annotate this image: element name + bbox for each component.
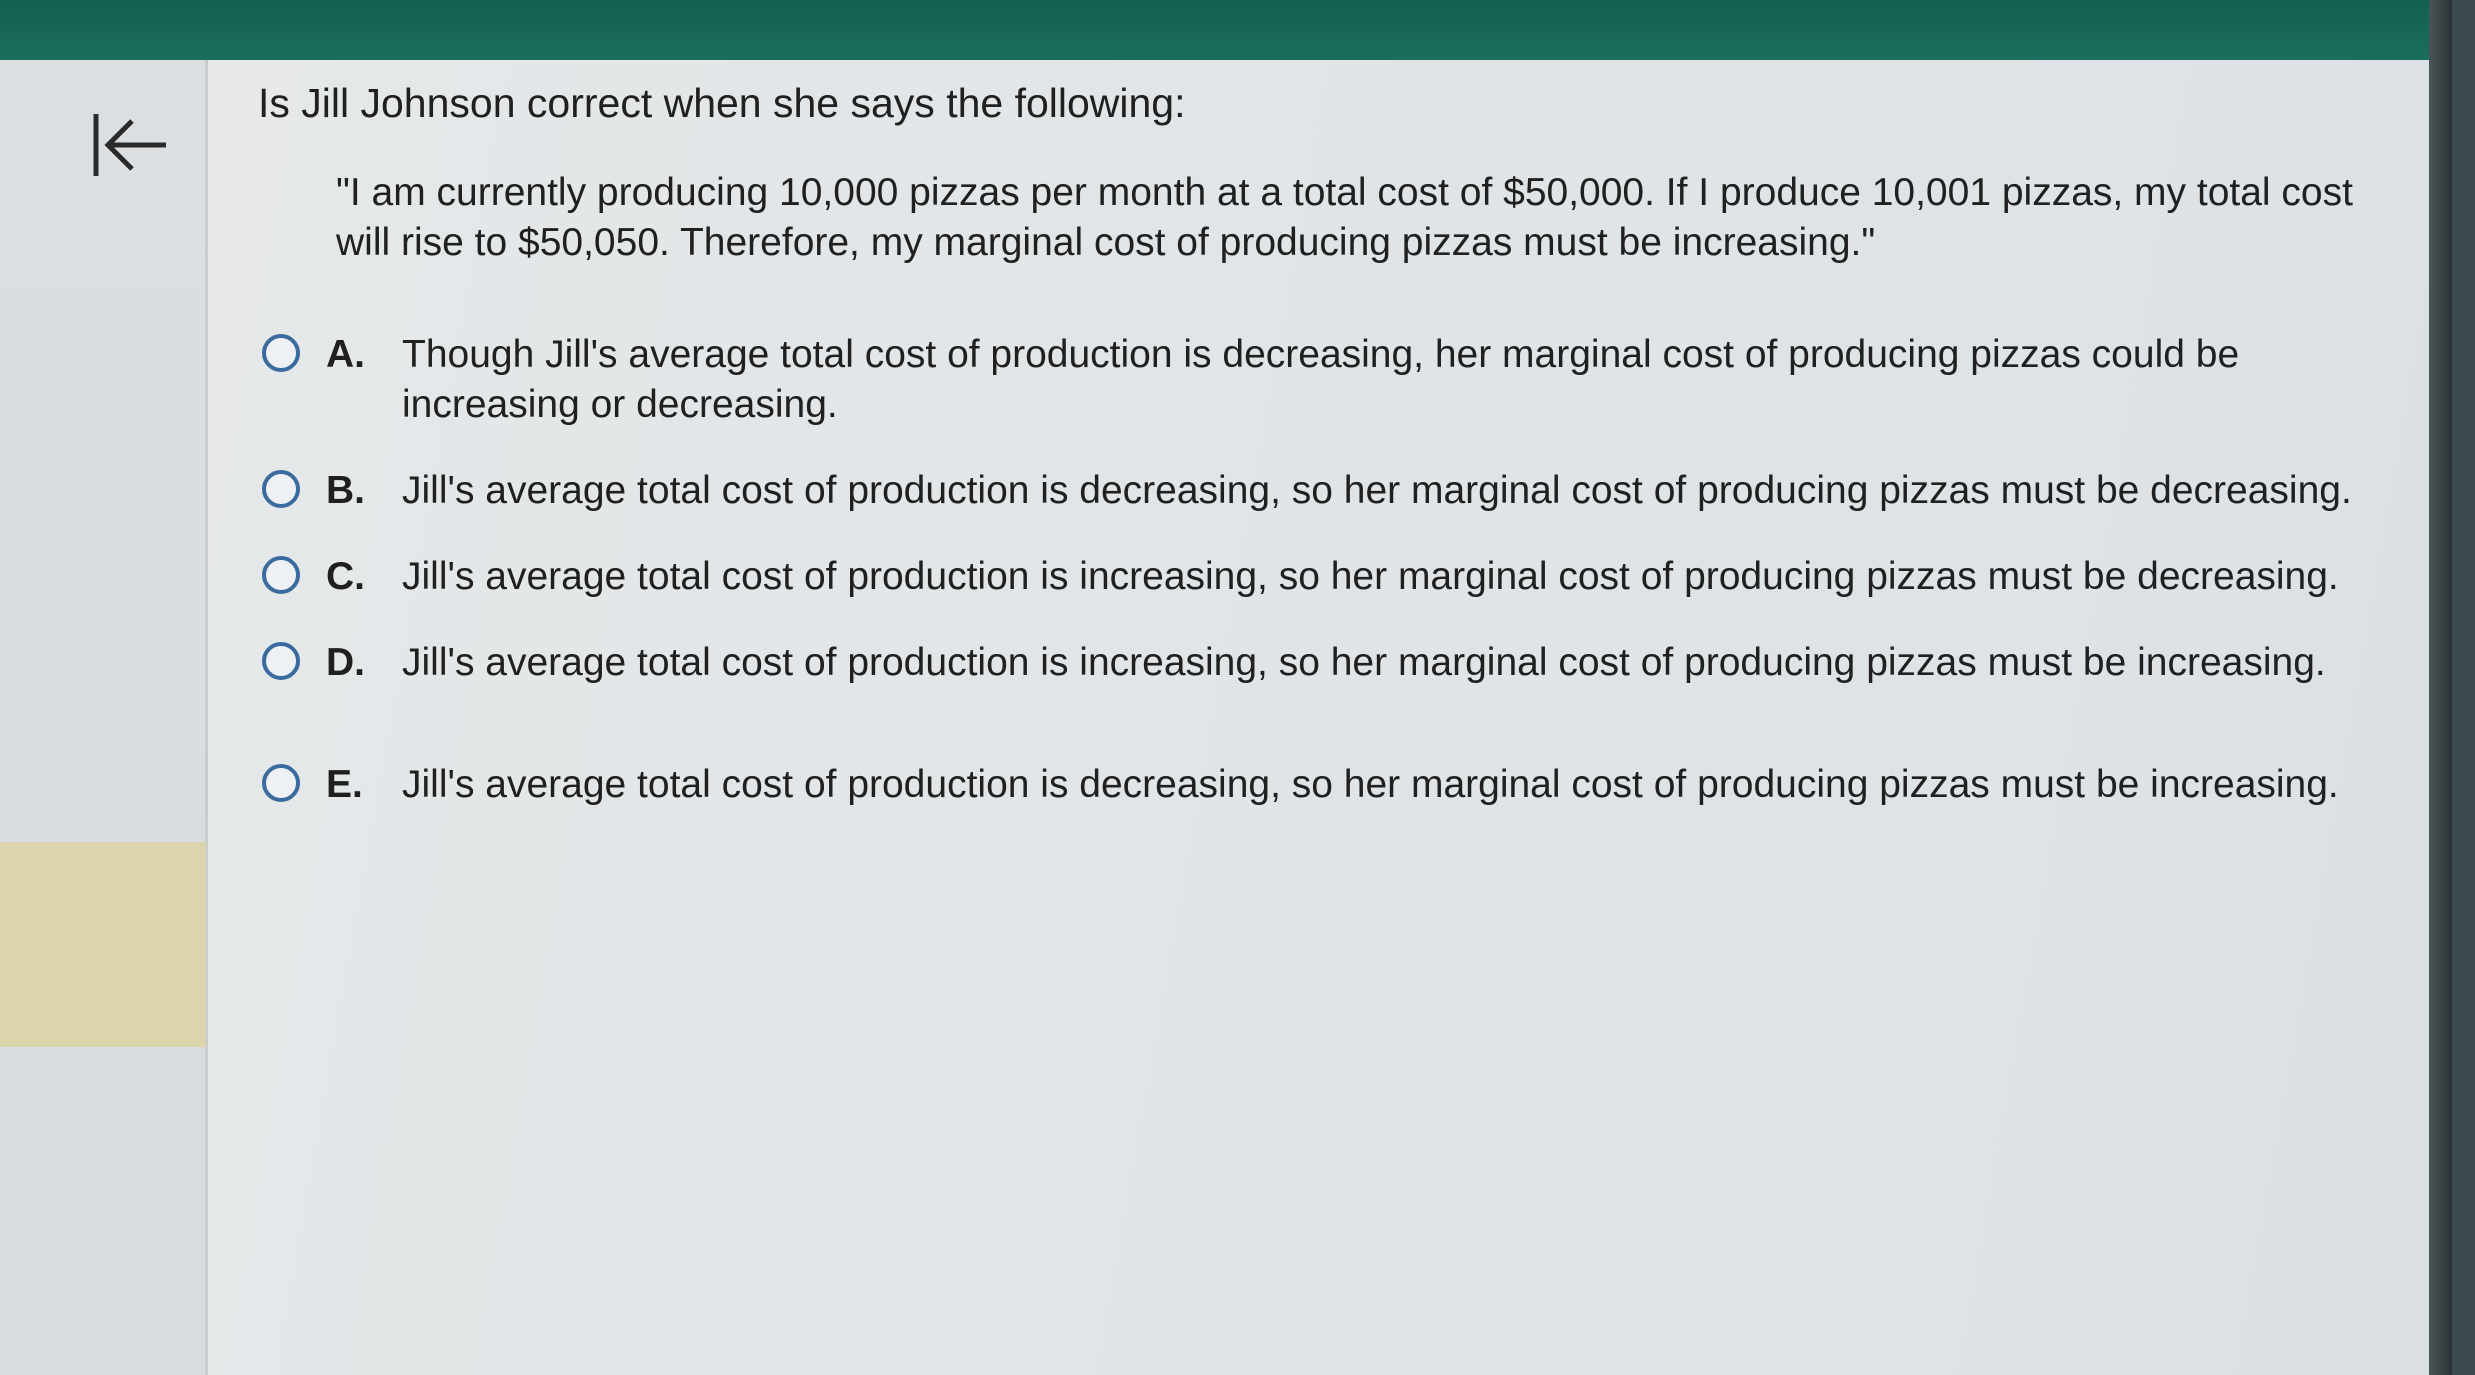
option-letter: B. [326, 469, 365, 512]
answer-options: A. Though Jill's average total cost of p… [262, 330, 2412, 810]
option-d[interactable]: D. Jill's average total cost of producti… [262, 638, 2412, 688]
option-letter: D. [326, 641, 365, 684]
arrow-left-to-bar-icon[interactable] [88, 110, 168, 180]
top-header-bar [0, 0, 2452, 60]
option-letter: A. [326, 333, 365, 376]
question-prompt: Is Jill Johnson correct when she says th… [258, 80, 1186, 126]
question-quote: "I am currently producing 10,000 pizzas … [336, 171, 2353, 264]
option-letter: E. [326, 763, 363, 806]
option-text: Jill's average total cost of production … [402, 763, 2339, 806]
option-text: Jill's average total cost of production … [402, 641, 2326, 684]
option-letter: C. [326, 555, 365, 598]
sidebar-highlight-block [0, 842, 206, 1047]
option-e[interactable]: E. Jill's average total cost of producti… [262, 760, 2412, 810]
radio-button-b[interactable] [262, 470, 300, 508]
radio-button-c[interactable] [262, 556, 300, 594]
option-text: Jill's average total cost of production … [402, 469, 2352, 512]
option-text: Though Jill's average total cost of prod… [402, 333, 2240, 426]
radio-button-a[interactable] [262, 334, 300, 372]
left-sidebar [0, 60, 208, 1375]
option-c[interactable]: C. Jill's average total cost of producti… [262, 552, 2412, 602]
option-text: Jill's average total cost of production … [402, 555, 2339, 598]
option-b[interactable]: B. Jill's average total cost of producti… [262, 466, 2412, 516]
radio-button-d[interactable] [262, 642, 300, 680]
question-area: Is Jill Johnson correct when she says th… [258, 76, 2408, 268]
screen-bezel-edge [2429, 0, 2452, 1375]
option-a[interactable]: A. Though Jill's average total cost of p… [262, 330, 2412, 430]
radio-button-e[interactable] [262, 764, 300, 802]
quiz-screen: Is Jill Johnson correct when she says th… [0, 0, 2452, 1375]
